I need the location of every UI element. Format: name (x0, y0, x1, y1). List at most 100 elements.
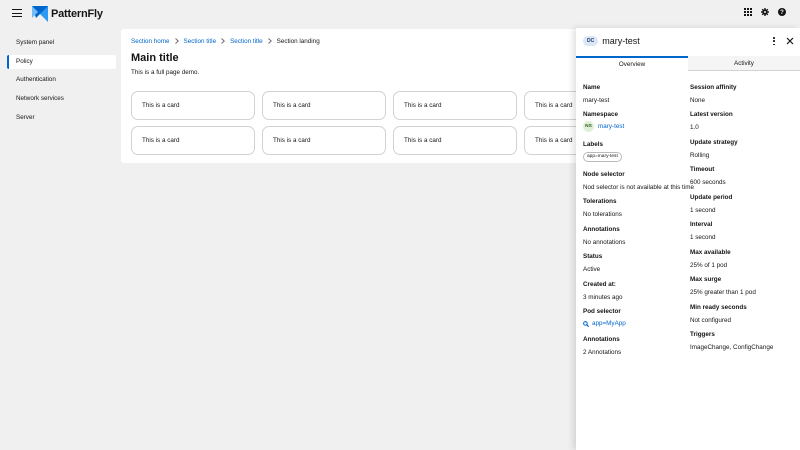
card[interactable]: This is a card (524, 126, 577, 155)
brand-logo[interactable]: PatternFly (32, 6, 103, 22)
field-label: Name (583, 84, 601, 91)
breadcrumb: Section home Section title Section title… (131, 38, 320, 45)
svg-text:?: ? (780, 10, 784, 16)
card[interactable]: This is a card (393, 91, 517, 120)
close-icon[interactable] (786, 37, 794, 45)
resource-type-badge: DC (583, 36, 599, 46)
chevron-right-icon (216, 38, 230, 45)
field-label: Timeout (690, 166, 715, 173)
field-created-at: Created at: 3 minutes ago (583, 281, 689, 301)
label-chip: app=mary-test (583, 152, 622, 162)
field-interval: Interval 1 second (690, 221, 796, 241)
sidebar-item-authentication[interactable]: Authentication (7, 73, 116, 87)
main-content: Section home Section title Section title… (121, 29, 577, 163)
field-max-available: Max available 25% of 1 pod (690, 249, 796, 269)
breadcrumb-link[interactable]: Section title (230, 38, 263, 45)
kebab-menu-icon[interactable] (772, 37, 776, 45)
details-drawer: DC mary-test Overview Activity Name mary… (576, 28, 800, 450)
field-label: Max surge (690, 276, 722, 283)
breadcrumb-link[interactable]: Section home (131, 38, 170, 45)
sidebar-item-system-panel[interactable]: System panel (7, 36, 116, 50)
hamburger-icon[interactable] (12, 9, 22, 19)
search-icon (583, 320, 589, 327)
card[interactable]: This is a card (524, 91, 577, 120)
sidebar-item-server[interactable]: Server (7, 111, 116, 125)
field-label: Latest version (690, 111, 733, 118)
field-namespace: Namespace NS mary-test (583, 111, 689, 132)
chevron-right-icon (170, 38, 184, 45)
field-annotations: Annotations No annotations (583, 226, 689, 246)
field-label: Node selector (583, 171, 625, 178)
field-value: ImageChange, ConfigChange (690, 344, 774, 351)
grid-icon[interactable] (744, 8, 752, 16)
field-label: Session affinity (690, 84, 737, 91)
field-value: No tolerations (583, 211, 622, 218)
field-min-ready-seconds: Min ready seconds Not configured (690, 304, 796, 324)
field-label: Triggers (690, 331, 715, 338)
tab-activity[interactable]: Activity (688, 56, 800, 71)
field-name: Name mary-test (583, 84, 689, 104)
field-pod-selector: Pod selector app=MyApp (583, 308, 689, 327)
field-value: Not configured (690, 317, 731, 324)
field-label: Update strategy (690, 139, 738, 146)
field-label: Tolerations (583, 198, 617, 205)
field-session-affinity: Session affinity None (690, 84, 796, 104)
brand-name: PatternFly (51, 8, 103, 20)
field-node-selector: Node selector Nod selector is not availa… (583, 171, 694, 191)
field-label: Namespace (583, 111, 619, 118)
help-icon[interactable]: ? (778, 8, 786, 16)
namespace-badge: NS (583, 121, 594, 132)
page-title: Main title (131, 52, 179, 64)
field-value: No annotations (583, 239, 626, 246)
card[interactable]: This is a card (131, 126, 255, 155)
gear-icon[interactable] (761, 8, 769, 16)
field-value: 600 seconds (690, 179, 726, 186)
field-timeout: Timeout 600 seconds (690, 166, 796, 186)
field-value: 2 Annotations (583, 349, 622, 356)
field-label: Status (583, 253, 603, 260)
field-value: Active (583, 266, 601, 273)
card[interactable]: This is a card (131, 91, 255, 120)
field-update-period: Update period 1 second (690, 194, 796, 214)
sidebar-item-network-services[interactable]: Network services (7, 92, 116, 106)
field-label: Created at: (583, 281, 616, 288)
patternfly-logo-icon (32, 6, 48, 22)
field-latest-version: Latest version 1.0 (690, 111, 796, 131)
field-label: Update period (690, 194, 733, 201)
breadcrumb-current: Section landing (276, 38, 320, 45)
field-triggers: Triggers ImageChange, ConfigChange (690, 331, 796, 351)
card[interactable]: This is a card (262, 126, 386, 155)
field-label: Pod selector (583, 308, 621, 315)
field-labels: Labels app=mary-test (583, 141, 689, 162)
masthead: PatternFly ? (0, 0, 800, 28)
field-value: mary-test (583, 97, 610, 104)
field-label: Min ready seconds (690, 304, 747, 311)
field-value: 25% greater than 1 pod (690, 289, 756, 296)
field-label: Max available (690, 249, 731, 256)
field-value: Rolling (690, 152, 710, 159)
field-value: 25% of 1 pod (690, 262, 728, 269)
drawer-title: mary-test (602, 36, 640, 46)
namespace-link[interactable]: mary-test (598, 123, 624, 130)
tab-overview[interactable]: Overview (576, 56, 688, 71)
field-max-surge: Max surge 25% greater than 1 pod (690, 276, 796, 296)
field-label: Annotations (583, 226, 620, 233)
drawer-tabs: Overview Activity (576, 56, 800, 71)
field-value: 1 second (690, 207, 716, 214)
page-description: This is a full page demo. (131, 69, 200, 76)
card[interactable]: This is a card (393, 126, 517, 155)
field-tolerations: Tolerations No tolerations (583, 198, 689, 218)
field-value: None (690, 97, 706, 104)
field-label: Interval (690, 221, 713, 228)
sidebar-item-policy[interactable]: Policy (7, 55, 116, 69)
pod-selector-link[interactable]: app=MyApp (592, 320, 626, 327)
field-value: Nod selector is not available at this ti… (583, 184, 694, 191)
chevron-right-icon (263, 38, 277, 45)
field-status: Status Active (583, 253, 689, 273)
field-value: 3 minutes ago (583, 294, 623, 301)
breadcrumb-link[interactable]: Section title (184, 38, 217, 45)
field-value: 1 second (690, 234, 716, 241)
card[interactable]: This is a card (262, 91, 386, 120)
field-update-strategy: Update strategy Rolling (690, 139, 796, 159)
field-annotations-count: Annotations 2 Annotations (583, 336, 689, 356)
